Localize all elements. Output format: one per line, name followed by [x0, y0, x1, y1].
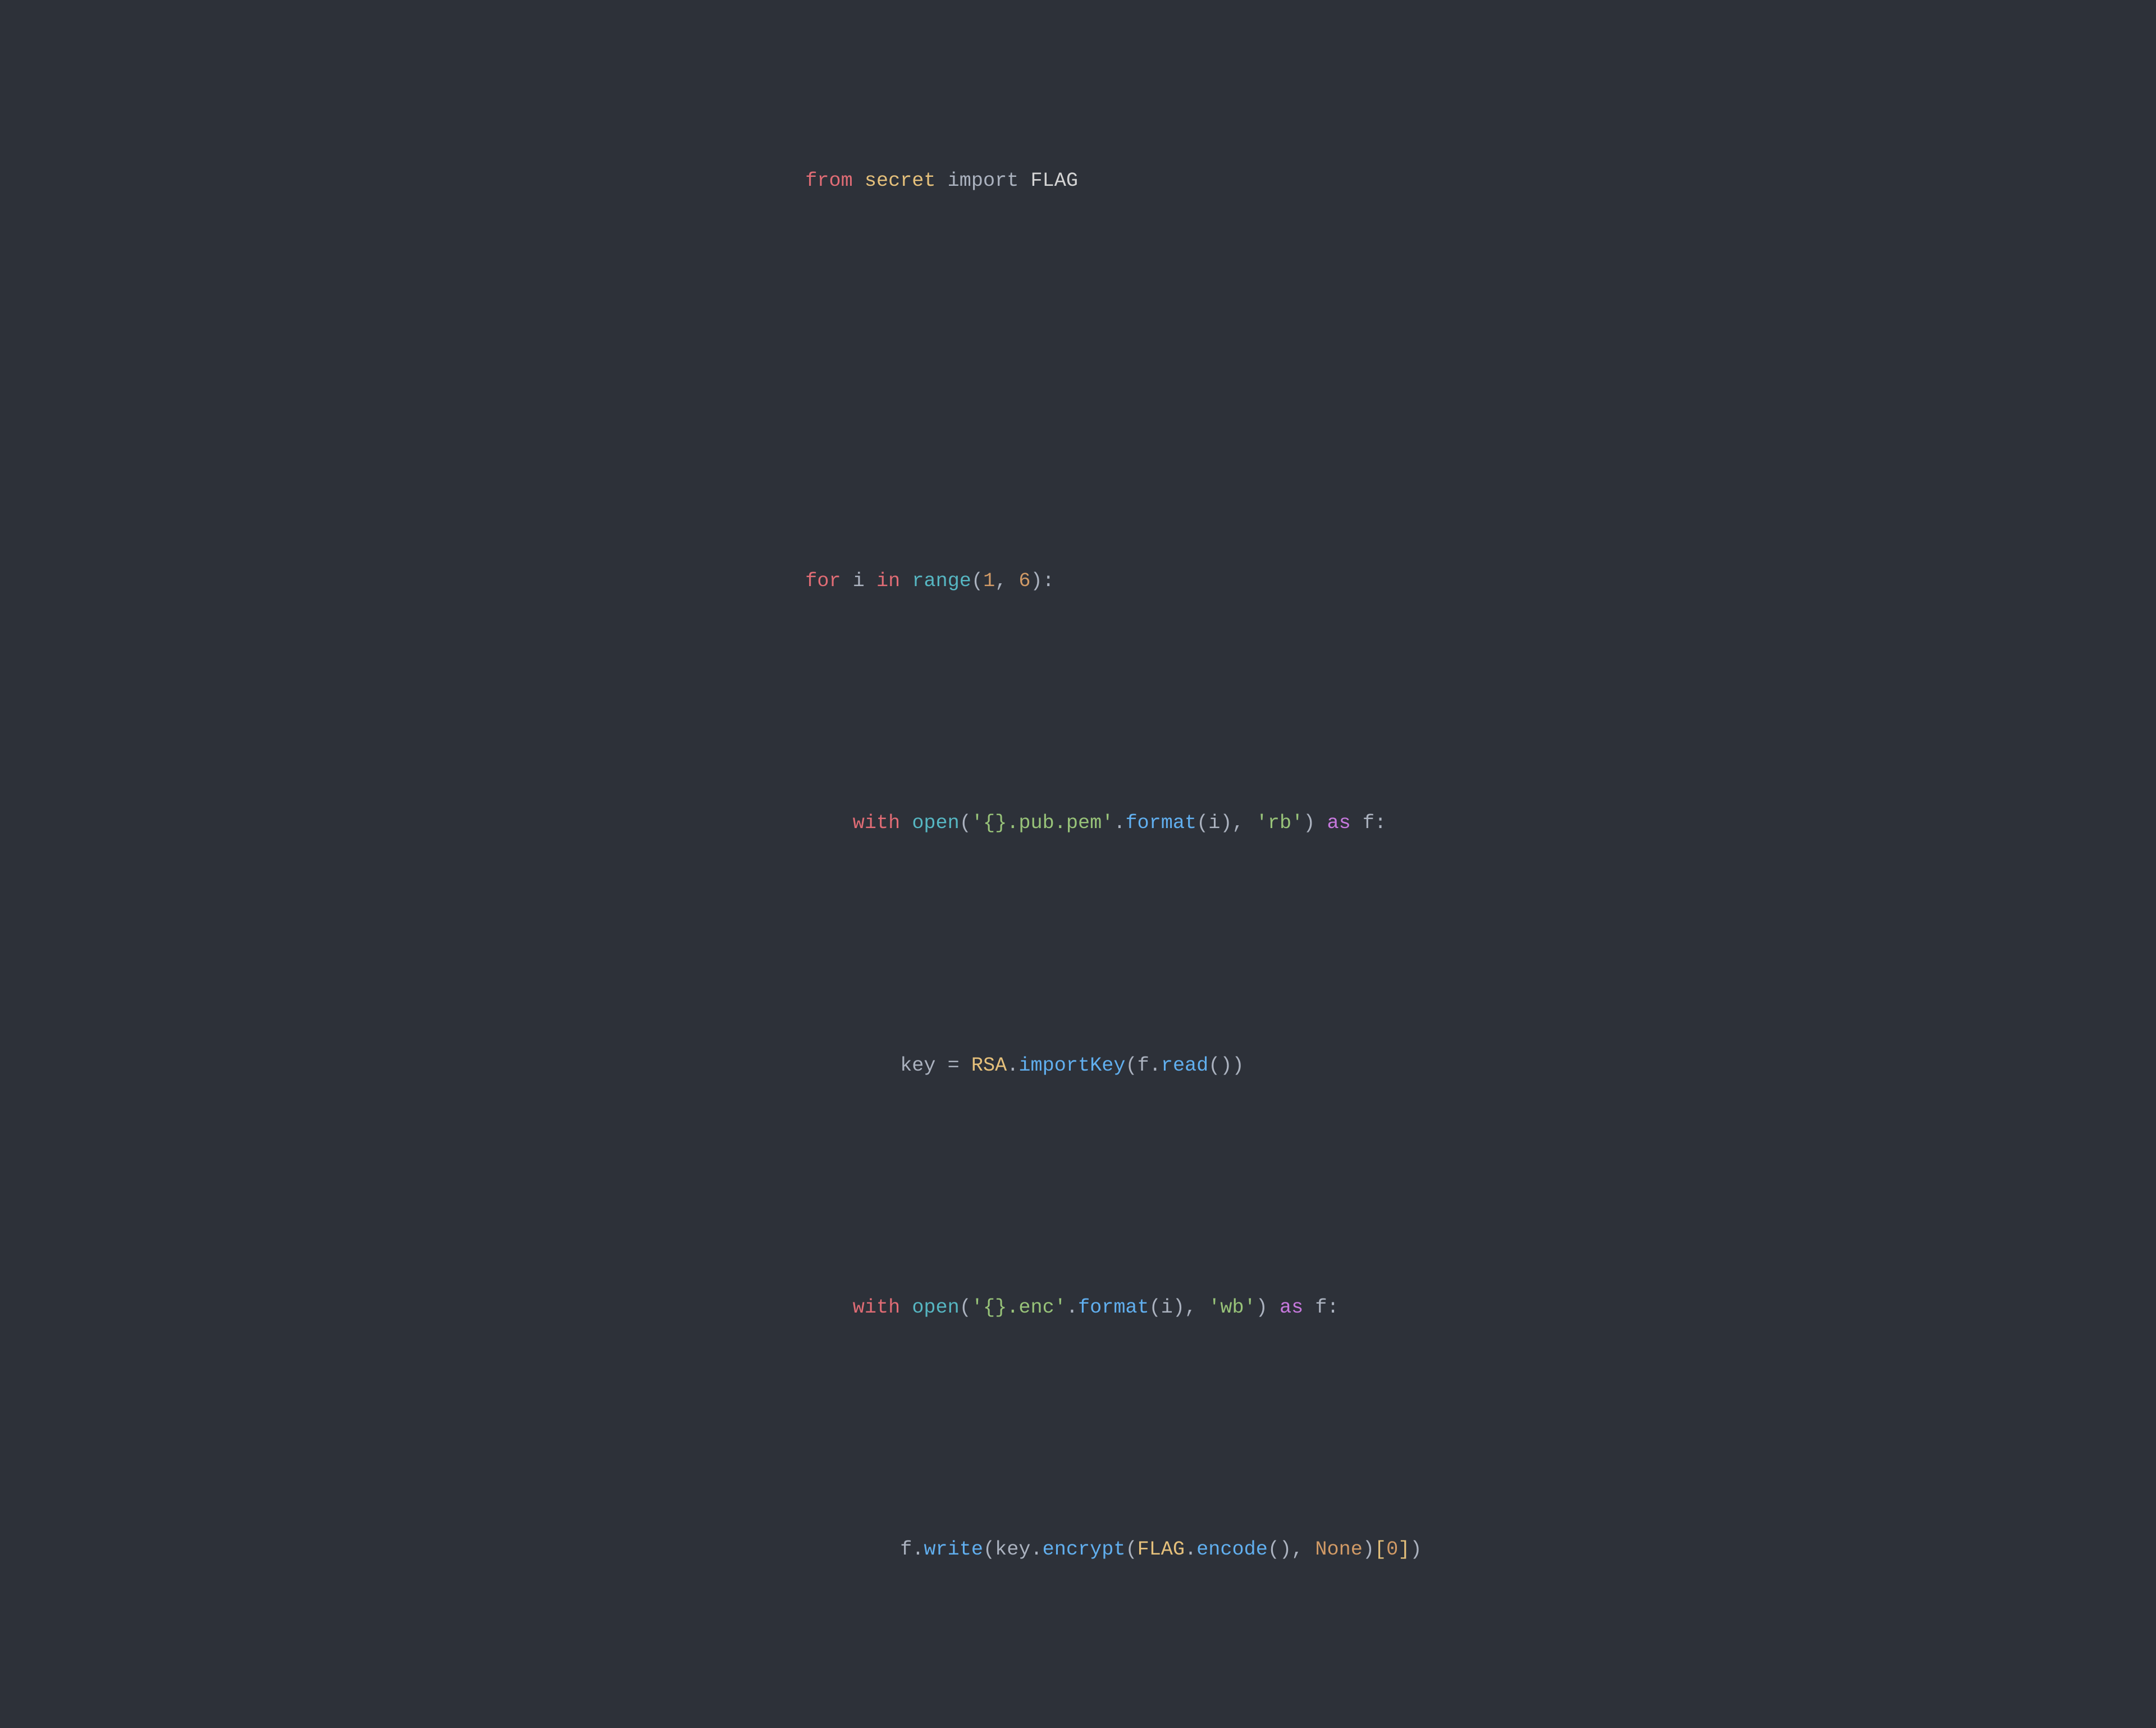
var-f3: f: [1315, 1296, 1327, 1319]
string-pubpem: '{}.pub.pem': [971, 812, 1113, 834]
line-import2: from secret import FLAG: [734, 130, 1422, 234]
keyword-as1: as: [1327, 812, 1350, 834]
keyword-from2: from: [805, 170, 852, 192]
keyword-with1: with: [853, 812, 900, 834]
func-open2: open: [912, 1296, 959, 1319]
string-wb: 'wb': [1208, 1296, 1255, 1319]
string-enc: '{}.enc': [971, 1296, 1066, 1319]
keyword-import2: import: [948, 170, 1019, 192]
line-fwrite: f.write(key.encrypt(FLAG.encode(), None)…: [734, 1498, 1422, 1602]
line-for: for i in range(1, 6):: [734, 530, 1422, 634]
method-importkey: importKey: [1018, 1054, 1125, 1077]
method-encrypt: encrypt: [1043, 1538, 1126, 1561]
var-key: key: [900, 1054, 935, 1077]
class-rsa2: RSA: [971, 1054, 1007, 1077]
keyword-as2: as: [1280, 1296, 1303, 1319]
method-format1: format: [1125, 812, 1196, 834]
num-1: 1: [983, 570, 995, 592]
num-0: 0: [1386, 1538, 1398, 1561]
module-secret: secret: [865, 170, 936, 192]
var-i: i: [853, 570, 865, 592]
string-rb: 'rb': [1256, 812, 1303, 834]
class-flag2: FLAG: [1138, 1538, 1185, 1561]
method-read: read: [1161, 1054, 1208, 1077]
method-format2: format: [1078, 1296, 1149, 1319]
method-encode: encode: [1196, 1538, 1268, 1561]
func-range: range: [912, 570, 971, 592]
var-f2: f: [1138, 1054, 1149, 1077]
line-with1: with open('{}.pub.pem'.format(i), 'rb') …: [734, 772, 1422, 876]
var-f4: f: [900, 1538, 912, 1561]
keyword-with2: with: [853, 1296, 900, 1319]
class-flag: FLAG: [1031, 170, 1078, 192]
code-block: #!/usr/bin/env python3 from Crypto.Publi…: [734, 0, 1422, 1706]
var-i3: i: [1161, 1296, 1173, 1319]
var-f1: f: [1363, 812, 1374, 834]
none-keyword: None: [1315, 1538, 1362, 1561]
var-i2: i: [1208, 812, 1220, 834]
num-6: 6: [1018, 570, 1030, 592]
line-with2: with open('{}.enc'.format(i), 'wb') as f…: [734, 1256, 1422, 1360]
line-key-assign: key = RSA.importKey(f.read()): [734, 1014, 1422, 1118]
var-key2: key: [995, 1538, 1030, 1561]
func-open1: open: [912, 812, 959, 834]
method-write: write: [924, 1538, 983, 1561]
keyword-in: in: [876, 570, 900, 592]
keyword-for: for: [805, 570, 841, 592]
blank-line1: [734, 372, 1422, 391]
code-container: #!/usr/bin/env python3 from Crypto.Publi…: [701, 0, 1456, 1728]
